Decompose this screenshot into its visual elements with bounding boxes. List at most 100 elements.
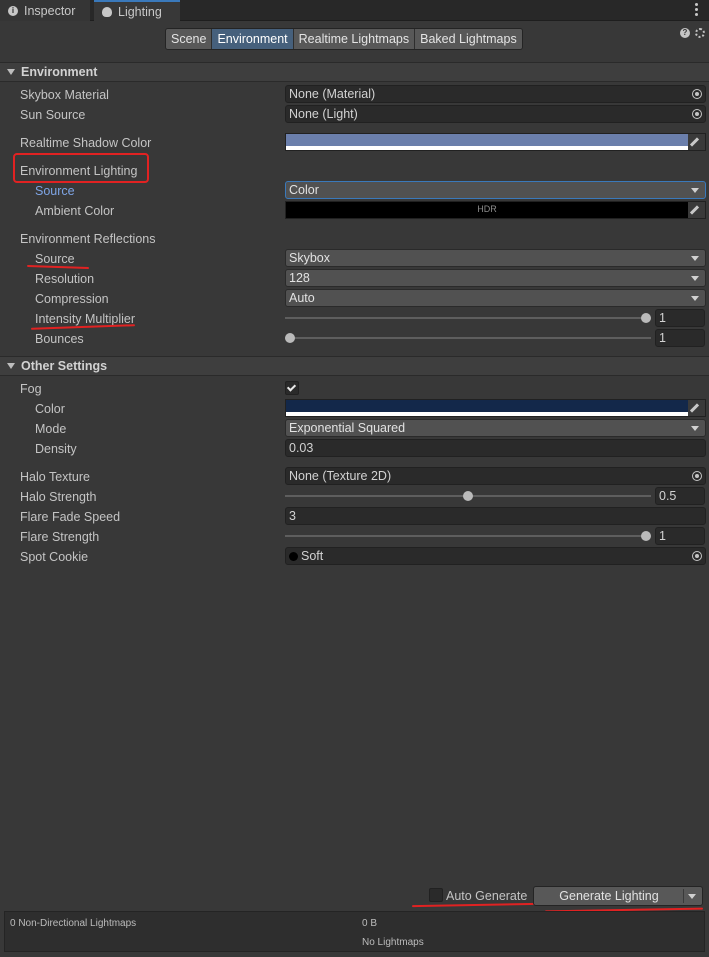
section-title: Other Settings xyxy=(21,359,108,373)
slider-track[interactable] xyxy=(285,535,651,537)
sun-source-value: None (Light) xyxy=(289,107,358,121)
lightmap-count-text: 0 Non-Directional Lightmaps xyxy=(10,918,137,929)
foldout-arrow-icon xyxy=(7,69,15,75)
section-title: Environment xyxy=(21,65,98,79)
shadow-color-swatch[interactable] xyxy=(286,134,688,146)
halo-texture-label: Halo Texture xyxy=(20,470,90,484)
eyedropper-icon xyxy=(689,205,700,215)
halo-strength-label: Halo Strength xyxy=(20,490,97,504)
flare-strength-slider[interactable] xyxy=(285,529,651,543)
lightbulb-icon xyxy=(102,7,112,17)
realtime-shadow-color-field[interactable] xyxy=(285,133,706,151)
bounces-slider[interactable] xyxy=(285,331,651,345)
compression-dropdown[interactable]: Auto xyxy=(285,289,706,307)
hdr-badge: HDR xyxy=(477,204,497,214)
dropdown-arrow-icon xyxy=(691,426,699,431)
skybox-material-field[interactable]: None (Material) xyxy=(285,85,706,103)
spot-cookie-field[interactable]: Soft xyxy=(285,547,706,565)
dropdown-arrow-icon xyxy=(691,256,699,261)
lightmap-status-panel: 0 Non-Directional Lightmaps 0 B No Light… xyxy=(4,911,705,952)
object-picker-icon[interactable] xyxy=(692,551,702,561)
fog-mode-dropdown[interactable]: Exponential Squared xyxy=(285,419,706,437)
resolution-dropdown[interactable]: 128 xyxy=(285,269,706,287)
lighting-toolbar: Scene Environment Realtime Lightmaps Bak… xyxy=(0,21,709,63)
eyedropper-button[interactable] xyxy=(688,134,705,150)
object-picker-icon[interactable] xyxy=(692,109,702,119)
ambient-color-label: Ambient Color xyxy=(35,204,115,218)
gear-icon[interactable] xyxy=(695,28,705,38)
intensity-multiplier-slider[interactable] xyxy=(285,311,651,325)
lightmap-note-text: No Lightmaps xyxy=(362,937,424,948)
skybox-material-label: Skybox Material xyxy=(20,88,109,102)
object-picker-icon[interactable] xyxy=(692,471,702,481)
compression-value: Auto xyxy=(289,291,315,305)
generate-lighting-button[interactable]: Generate Lighting xyxy=(533,886,703,906)
segment-baked-lightmaps[interactable]: Baked Lightmaps xyxy=(415,29,522,49)
env-lighting-source-dropdown[interactable]: Color xyxy=(285,181,706,199)
texture-thumbnail-icon xyxy=(289,552,298,561)
reflection-source-label: Source xyxy=(35,252,75,266)
segment-environment[interactable]: Environment xyxy=(212,29,294,49)
reflection-source-dropdown[interactable]: Skybox xyxy=(285,249,706,267)
fog-color-label: Color xyxy=(35,402,65,416)
resolution-label: Resolution xyxy=(35,272,95,286)
slider-thumb[interactable] xyxy=(641,313,651,323)
bounces-label: Bounces xyxy=(35,332,84,346)
fog-density-field[interactable]: 0.03 xyxy=(285,439,706,457)
auto-generate-checkbox[interactable] xyxy=(429,888,443,902)
checkmark-icon xyxy=(286,382,297,392)
object-picker-icon[interactable] xyxy=(692,89,702,99)
fog-mode-label: Mode xyxy=(35,422,67,436)
flare-fade-speed-label: Flare Fade Speed xyxy=(20,510,121,524)
slider-track[interactable] xyxy=(285,337,651,339)
eyedropper-icon xyxy=(689,403,700,413)
dropdown-arrow-icon xyxy=(691,188,699,193)
help-icon[interactable]: ? xyxy=(680,28,690,38)
environment-reflections-label: Environment Reflections xyxy=(20,232,156,246)
more-options-icon[interactable] xyxy=(695,3,699,17)
reflection-source-value: Skybox xyxy=(289,251,330,265)
env-lighting-source-label: Source xyxy=(35,184,75,198)
intensity-multiplier-value[interactable]: 1 xyxy=(655,309,705,327)
sun-source-field[interactable]: None (Light) xyxy=(285,105,706,123)
dropdown-arrow-icon xyxy=(691,276,699,281)
slider-thumb[interactable] xyxy=(463,491,473,501)
sun-source-label: Sun Source xyxy=(20,108,86,122)
annotation-underline xyxy=(26,264,90,270)
halo-strength-value[interactable]: 0.5 xyxy=(655,487,705,505)
realtime-shadow-color-label: Realtime Shadow Color xyxy=(20,136,152,150)
flare-fade-speed-field[interactable]: 3 xyxy=(285,507,706,525)
generate-lighting-label: Generate Lighting xyxy=(559,889,659,903)
tab-lighting-label: Lighting xyxy=(118,5,162,19)
spot-cookie-label: Spot Cookie xyxy=(20,550,89,564)
ambient-color-field[interactable]: HDR xyxy=(285,201,706,219)
halo-texture-value: None (Texture 2D) xyxy=(289,469,392,483)
tab-inspector-label: Inspector xyxy=(24,3,76,18)
eyedropper-button[interactable] xyxy=(688,202,705,218)
halo-strength-slider[interactable] xyxy=(285,489,651,503)
resolution-value: 128 xyxy=(289,271,310,285)
tab-inspector[interactable]: i Inspector xyxy=(0,0,90,21)
eyedropper-button[interactable] xyxy=(688,400,705,416)
section-environment-header[interactable]: Environment xyxy=(0,62,709,82)
fog-color-field[interactable] xyxy=(285,399,706,417)
fog-density-label: Density xyxy=(35,442,77,456)
slider-thumb[interactable] xyxy=(285,333,295,343)
button-separator xyxy=(683,889,684,903)
fog-checkbox[interactable] xyxy=(285,381,299,395)
alpha-bar xyxy=(286,146,688,150)
slider-thumb[interactable] xyxy=(641,531,651,541)
section-other-settings-header[interactable]: Other Settings xyxy=(0,356,709,376)
tab-lighting[interactable]: Lighting xyxy=(94,0,180,22)
dropdown-arrow-icon[interactable] xyxy=(688,894,696,899)
lightmap-size-text: 0 B xyxy=(362,918,378,929)
halo-texture-field[interactable]: None (Texture 2D) xyxy=(285,467,706,485)
window-tab-strip: i Inspector Lighting xyxy=(0,0,709,22)
flare-strength-label: Flare Strength xyxy=(20,530,100,544)
slider-track[interactable] xyxy=(285,317,651,319)
segment-scene[interactable]: Scene xyxy=(166,29,213,49)
segment-realtime-lightmaps[interactable]: Realtime Lightmaps xyxy=(293,29,416,49)
bounces-value[interactable]: 1 xyxy=(655,329,705,347)
flare-strength-value[interactable]: 1 xyxy=(655,527,705,545)
fog-color-swatch[interactable] xyxy=(286,400,688,412)
